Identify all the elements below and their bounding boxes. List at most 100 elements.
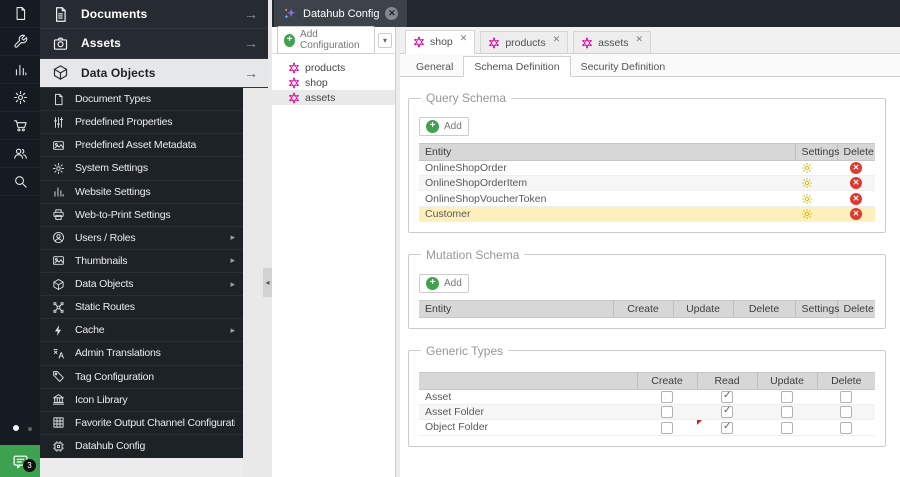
submenu-item-users-roles[interactable]: Users / Roles ▸ <box>40 227 243 250</box>
subtab-security-definition[interactable]: Security Definition <box>571 57 676 77</box>
column-header-delete[interactable]: Delete <box>816 371 875 390</box>
panel-collapse-handle[interactable]: ◂ <box>263 268 272 297</box>
column-header-update[interactable]: Update <box>756 371 817 390</box>
submenu-label: System Settings <box>75 162 148 175</box>
status-dots <box>0 421 40 435</box>
submenu-item-favorite-output[interactable]: Favorite Output Channel Configurations <box>40 412 243 435</box>
table-row[interactable]: OnlineShopOrder ✕ <box>419 160 875 177</box>
checkbox-create[interactable] <box>661 391 673 404</box>
add-configuration-label: Add Configuration <box>300 29 360 51</box>
column-header-delete2[interactable]: Delete <box>836 299 875 318</box>
users-button[interactable] <box>0 140 40 168</box>
column-header-update[interactable]: Update <box>672 299 733 318</box>
submenu-item-system-settings[interactable]: System Settings <box>40 157 243 181</box>
checkbox-read[interactable] <box>721 405 733 419</box>
table-row[interactable]: OnlineShopVoucherToken ✕ <box>419 190 875 207</box>
type-label-cell: Asset <box>419 389 637 406</box>
settings-gear-icon[interactable] <box>801 162 813 174</box>
search-icon <box>13 174 28 189</box>
tree-item-products[interactable]: products <box>272 60 395 75</box>
checkbox-read[interactable] <box>721 421 733 434</box>
entity-cell: OnlineShopVoucherToken <box>419 190 795 207</box>
settings-gear-icon[interactable] <box>801 208 813 220</box>
menu-item-assets[interactable]: Assets → <box>40 29 268 59</box>
table-row[interactable]: Object Folder <box>419 419 875 436</box>
checkbox-update[interactable] <box>781 406 793 419</box>
tree-item-assets[interactable]: assets <box>272 90 395 105</box>
column-header-delete[interactable]: Delete <box>732 299 795 318</box>
tab-datahub-config[interactable]: Datahub Config ✕ <box>274 0 408 27</box>
chevron-right-icon: ▸ <box>230 255 235 266</box>
submenu-item-predefined-asset-metadata[interactable]: Predefined Asset Metadata <box>40 134 243 158</box>
mutation-add-button[interactable]: + Add <box>419 273 469 293</box>
subtab-schema-definition[interactable]: Schema Definition <box>463 56 571 77</box>
close-icon[interactable]: ✕ <box>636 34 644 45</box>
table-row[interactable]: OnlineShopOrderItem ✕ <box>419 175 875 192</box>
chevron-right-icon: ▸ <box>230 278 235 289</box>
delete-icon[interactable]: ✕ <box>850 207 862 220</box>
search-button[interactable] <box>0 168 40 196</box>
table-row[interactable]: Asset Folder <box>419 404 875 421</box>
close-icon[interactable]: ✕ <box>460 33 468 44</box>
column-header-settings[interactable]: Settings <box>794 143 839 161</box>
dirty-cell-marker <box>697 420 702 426</box>
delete-icon[interactable]: ✕ <box>850 162 862 175</box>
subtab-general[interactable]: General <box>406 57 463 77</box>
checkbox-delete[interactable] <box>840 421 852 434</box>
delete-icon[interactable]: ✕ <box>850 192 862 205</box>
column-header-delete[interactable]: Delete <box>836 143 875 161</box>
checkbox-update[interactable] <box>781 391 793 404</box>
tree-item-shop[interactable]: shop <box>272 75 395 90</box>
submenu-item-web-to-print[interactable]: Web-to-Print Settings <box>40 204 243 227</box>
table-row[interactable]: Asset <box>419 389 875 406</box>
ecommerce-button[interactable] <box>0 112 40 140</box>
submenu-item-cache[interactable]: Cache ▸ <box>40 319 243 343</box>
column-header-entity[interactable]: Entity <box>419 299 613 318</box>
column-header-create[interactable]: Create <box>636 371 697 390</box>
submenu-item-website-settings[interactable]: Website Settings <box>40 181 243 204</box>
checkbox-create[interactable] <box>661 406 673 419</box>
submenu-item-icon-library[interactable]: Icon Library <box>40 389 243 412</box>
delete-icon[interactable]: ✕ <box>850 177 862 190</box>
submenu-item-tag-configuration[interactable]: Tag Configuration <box>40 366 243 389</box>
graphql-icon <box>413 36 425 48</box>
submenu-item-datahub-config[interactable]: Datahub Config <box>40 435 243 458</box>
column-header-entity[interactable]: Entity <box>419 143 795 161</box>
column-header-read[interactable]: Read <box>696 371 757 390</box>
settings-gear-icon[interactable] <box>801 193 813 205</box>
menu-label: Documents <box>81 7 148 22</box>
tab-assets[interactable]: assets ✕ <box>573 31 652 54</box>
settings-gear-icon[interactable] <box>801 177 813 189</box>
column-header-create[interactable]: Create <box>612 299 673 318</box>
query-add-button[interactable]: + Add <box>419 117 469 136</box>
notifications-chat-button[interactable]: 3 <box>0 445 40 477</box>
submenu-item-data-objects[interactable]: Data Objects ▸ <box>40 273 243 297</box>
menu-item-data-objects[interactable]: Data Objects → <box>40 58 268 88</box>
add-configuration-dropdown[interactable]: ▾ <box>377 32 392 48</box>
settings-button[interactable] <box>0 84 40 112</box>
file-icon-button[interactable] <box>0 0 40 28</box>
statistics-button[interactable] <box>0 56 40 84</box>
table-row-selected[interactable]: Customer ✕ <box>419 206 875 222</box>
close-icon[interactable]: ✕ <box>385 7 399 20</box>
tools-button[interactable] <box>0 28 40 56</box>
tab-products[interactable]: products ✕ <box>480 31 569 54</box>
checkbox-read[interactable] <box>721 390 733 404</box>
tab-shop[interactable]: shop ✕ <box>405 30 476 54</box>
close-icon[interactable]: ✕ <box>553 34 561 45</box>
checkbox-update[interactable] <box>781 421 793 434</box>
system-settings-icon <box>52 162 65 175</box>
submenu-item-admin-translations[interactable]: Admin Translations <box>40 342 243 366</box>
graphql-icon <box>288 77 300 89</box>
workspace-tab-bar: Datahub Config ✕ <box>272 0 900 27</box>
add-configuration-button[interactable]: + Add Configuration <box>277 26 375 54</box>
menu-item-documents[interactable]: Documents → <box>40 0 268 30</box>
submenu-item-predefined-properties[interactable]: Predefined Properties <box>40 111 243 135</box>
checkbox-create[interactable] <box>661 421 673 434</box>
checkbox-delete[interactable] <box>840 406 852 419</box>
checkbox-delete[interactable] <box>840 391 852 404</box>
submenu-item-static-routes[interactable]: Static Routes <box>40 296 243 320</box>
submenu-item-thumbnails[interactable]: Thumbnails ▸ <box>40 250 243 273</box>
column-header-settings[interactable]: Settings <box>794 299 839 318</box>
submenu-item-document-types[interactable]: Document Types <box>40 88 243 112</box>
